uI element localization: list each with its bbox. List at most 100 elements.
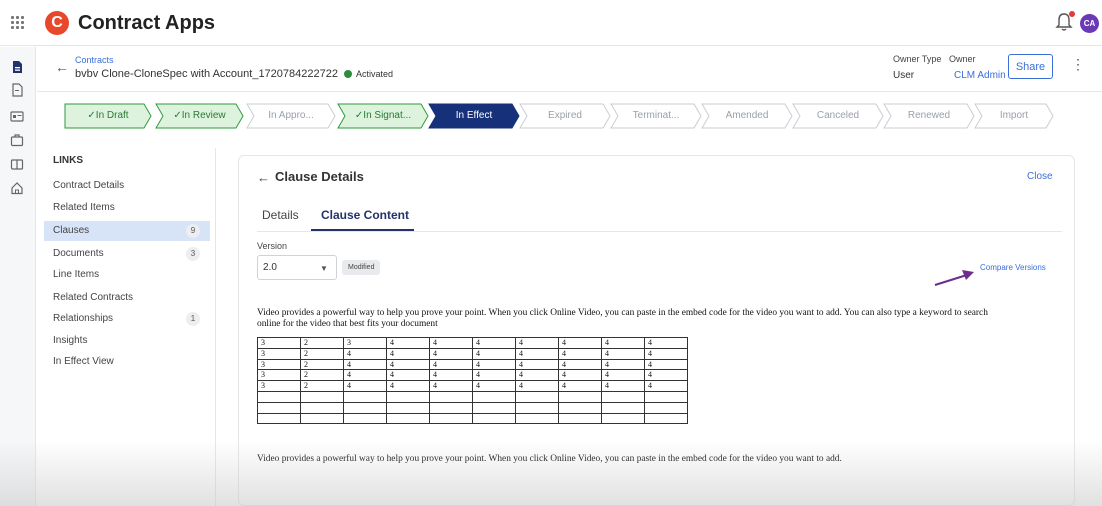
table-cell: 2 [300, 380, 344, 392]
link-item-label: Related Items [53, 202, 115, 213]
link-item-relationships[interactable]: Relationships 1 [44, 309, 210, 329]
table-cell: 4 [515, 358, 559, 371]
clause-table: 3234444444324444444432444444443244444444… [257, 337, 688, 425]
stage-3[interactable]: ✓In Signat... [337, 103, 429, 129]
table-cell: 4 [558, 380, 602, 392]
back-arrow-icon[interactable]: ← [257, 170, 270, 185]
stage-7[interactable]: Amended [701, 103, 793, 129]
tab-clause-content[interactable]: Clause Content [321, 208, 409, 222]
book-icon[interactable] [10, 157, 24, 171]
table-cell: 4 [515, 347, 559, 360]
table-cell [472, 412, 516, 425]
table-cell: 3 [257, 358, 301, 371]
tab-details[interactable]: Details [262, 208, 299, 222]
table-cell [257, 412, 301, 425]
table-cell: 4 [515, 337, 559, 349]
table-cell: 4 [644, 347, 688, 360]
table-cell: 4 [429, 337, 473, 349]
stage-label: ✓In Signat... [354, 110, 412, 121]
table-cell [558, 401, 602, 414]
link-item-label: Clauses [53, 225, 90, 236]
app-launcher-icon[interactable] [11, 16, 24, 29]
table-cell: 4 [343, 358, 387, 371]
table-cell [429, 401, 473, 414]
link-item-label: Line Items [53, 269, 100, 280]
version-label: Version [257, 241, 288, 251]
table-row: 3244444444 [257, 347, 688, 360]
link-item-insights[interactable]: Insights [44, 331, 210, 351]
status-badge: Activated [355, 69, 393, 79]
app-root: C Contract Apps CA ← Contracts bvbv Clon… [0, 0, 1102, 506]
link-item-label: Documents [53, 248, 104, 259]
table-cell: 4 [644, 358, 688, 371]
stage-label: Renewed [907, 110, 951, 121]
breadcrumb[interactable]: Contracts [75, 55, 114, 65]
stage-0[interactable]: ✓In Draft [64, 103, 152, 129]
table-cell: 4 [472, 337, 516, 349]
left-rail [0, 47, 36, 506]
link-item-label: Insights [53, 335, 88, 346]
stage-10[interactable]: Import [974, 103, 1054, 129]
table-row: 3244444444 [257, 358, 688, 371]
share-button[interactable]: Share [1008, 54, 1053, 79]
owner-value-link[interactable]: CLM Admin [954, 70, 1006, 81]
table-cell [472, 401, 516, 414]
table-cell: 4 [644, 380, 688, 392]
table-row [257, 401, 688, 414]
back-arrow-icon[interactable]: ← [55, 59, 69, 75]
app-logo: C [45, 11, 69, 35]
contract-name-text: bvbv Clone-CloneSpec with Account_172078… [75, 68, 338, 80]
stage-2[interactable]: In Appro... [246, 103, 336, 129]
table-cell [429, 390, 473, 403]
version-select[interactable]: 2.0 ▼ [257, 255, 337, 280]
stage-5[interactable]: Expired [519, 103, 611, 129]
table-cell: 2 [300, 347, 344, 360]
table-cell: 4 [644, 337, 688, 349]
table-cell: 4 [343, 369, 387, 382]
stage-4[interactable]: In Effect [428, 103, 520, 129]
table-cell [343, 390, 387, 403]
briefcase-icon[interactable] [10, 133, 24, 147]
stage-path: ✓In Draft ✓In Review In Appro... ✓In Signat… [64, 103, 1064, 129]
link-item-documents[interactable]: Documents 3 [44, 244, 210, 264]
link-item-label: Related Contracts [53, 292, 134, 303]
stage-label: In Appro... [268, 110, 314, 121]
table-cell: 4 [472, 369, 516, 382]
table-cell: 4 [386, 380, 430, 392]
link-item-contract-details[interactable]: Contract Details [44, 176, 210, 196]
clause-paragraph-line: online for the video that best fits your… [257, 319, 438, 329]
table-cell: 4 [601, 347, 645, 360]
compare-versions-link[interactable]: Compare Versions [980, 263, 1046, 272]
avatar[interactable]: CA [1080, 14, 1099, 33]
table-row: 3244444444 [257, 380, 688, 392]
table-cell: 2 [300, 369, 344, 382]
stage-9[interactable]: Renewed [883, 103, 975, 129]
more-options-icon[interactable]: ⋮ [1071, 57, 1085, 71]
app-title: Contract Apps [78, 12, 216, 34]
table-cell: 4 [429, 369, 473, 382]
stage-8[interactable]: Canceled [792, 103, 884, 129]
document-icon[interactable] [10, 83, 24, 97]
stage-6[interactable]: Terminat... [610, 103, 702, 129]
close-link[interactable]: Close [1027, 171, 1053, 182]
link-item-related-items[interactable]: Related Items [44, 198, 210, 218]
home-icon[interactable] [10, 181, 24, 195]
table-cell [515, 412, 559, 425]
contract-doc-icon[interactable] [10, 60, 24, 74]
table-cell [644, 401, 688, 414]
table-cell: 4 [472, 358, 516, 371]
table-cell: 4 [472, 380, 516, 392]
count-badge: 3 [186, 247, 200, 261]
id-card-icon[interactable] [10, 109, 24, 123]
link-item-clauses[interactable]: Clauses 9 [44, 221, 210, 241]
table-cell: 3 [257, 369, 301, 382]
table-cell: 4 [644, 369, 688, 382]
table-cell [386, 401, 430, 414]
link-item-in-effect-view[interactable]: In Effect View [44, 352, 210, 372]
table-cell [429, 412, 473, 425]
table-cell [472, 390, 516, 403]
stage-1[interactable]: ✓In Review [155, 103, 244, 129]
table-cell: 4 [558, 347, 602, 360]
link-item-related-contracts[interactable]: Related Contracts [44, 288, 210, 308]
link-item-line-items[interactable]: Line Items [44, 265, 210, 285]
